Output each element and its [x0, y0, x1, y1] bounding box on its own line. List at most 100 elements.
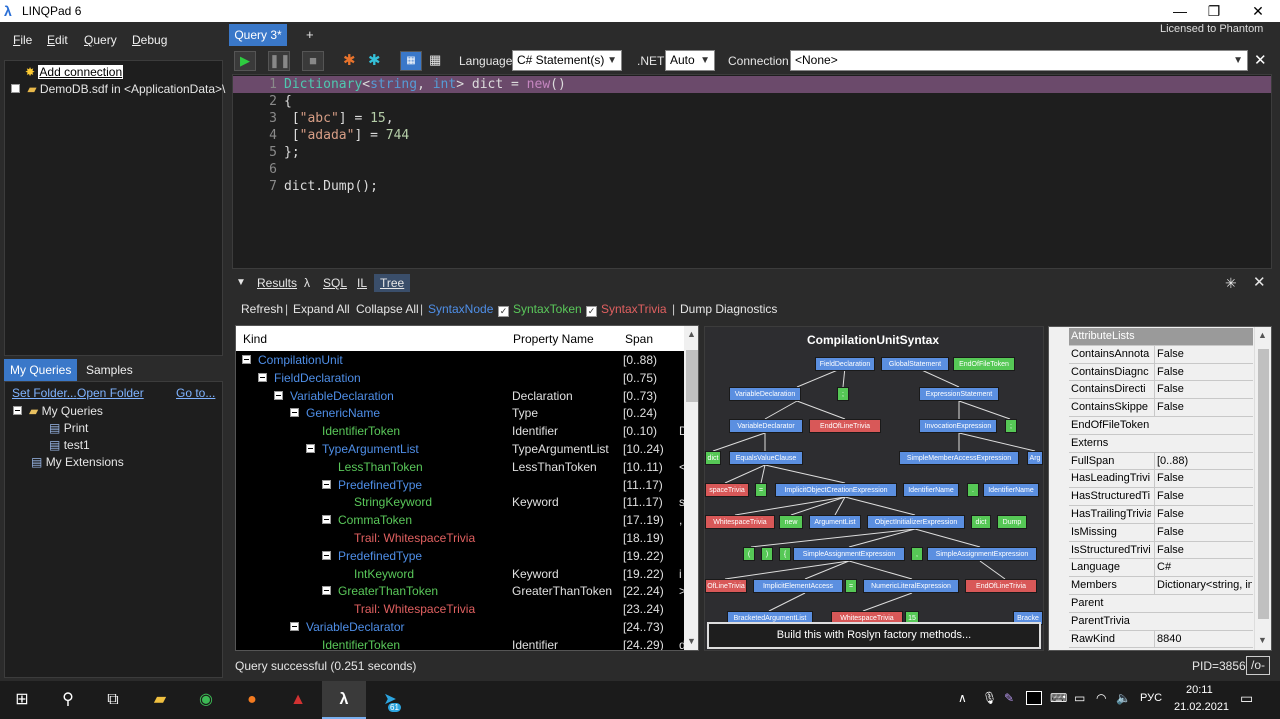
graph-node[interactable]: Dump: [997, 515, 1027, 529]
graph-node[interactable]: NumericLiteralExpression: [863, 579, 959, 593]
property-row[interactable]: ContainsDiagnc False: [1069, 363, 1253, 382]
graph-node[interactable]: EndOfLineTrivia: [809, 419, 881, 433]
properties-scrollbar[interactable]: ▲ ▼: [1254, 327, 1271, 650]
property-row[interactable]: FullSpan [0..88): [1069, 452, 1253, 471]
property-row[interactable]: HasTrailingTrivia False: [1069, 506, 1253, 524]
property-row[interactable]: Parent: [1069, 595, 1253, 613]
grid-scrollbar[interactable]: ▲ ▼: [684, 326, 698, 650]
graph-node[interactable]: GlobalStatement: [881, 357, 949, 371]
scroll-thumb[interactable]: [1258, 349, 1269, 619]
table-row[interactable]: LessThanToken LessThanToken [10..11) <: [236, 459, 686, 477]
property-row[interactable]: Externs: [1069, 435, 1253, 453]
header-kind[interactable]: Kind: [243, 332, 267, 346]
graph-node[interactable]: ImplicitObjectCreationExpression: [775, 483, 897, 497]
restore-button[interactable]: ❐: [1194, 1, 1234, 21]
optimize-toggle[interactable]: /o-: [1246, 656, 1271, 675]
tab-samples[interactable]: Samples: [80, 359, 139, 381]
collapse-results-icon[interactable]: ▼: [236, 274, 246, 292]
property-row[interactable]: IsStructuredTrivi False: [1069, 541, 1253, 560]
pen-icon[interactable]: ✎: [1004, 691, 1014, 705]
collapse-all-button[interactable]: Collapse All: [356, 302, 419, 316]
table-row[interactable]: FieldDeclaration [0..75): [236, 370, 684, 388]
browser-icon[interactable]: ●: [240, 688, 264, 712]
graph-node[interactable]: OfLineTrivia: [705, 579, 747, 593]
tab-lambda[interactable]: λ: [304, 274, 310, 292]
display-icon[interactable]: [1026, 691, 1042, 705]
open-folder-link[interactable]: Open Folder: [77, 386, 144, 400]
add-connection-row[interactable]: ✸ Add connection: [25, 64, 124, 81]
property-row[interactable]: ParentTrivia: [1069, 613, 1253, 631]
property-row[interactable]: HasStructuredTi False: [1069, 488, 1253, 506]
clock-date[interactable]: 21.02.2021: [1174, 701, 1229, 713]
build-roslyn-button[interactable]: Build this with Roslyn factory methods..…: [707, 622, 1041, 649]
collapse-icon[interactable]: [322, 586, 331, 596]
app-a-icon[interactable]: ▲: [286, 688, 310, 712]
syntax-node-filter[interactable]: SyntaxNode: [428, 302, 493, 316]
collapse-icon[interactable]: [13, 406, 22, 415]
graph-node[interactable]: dict: [971, 515, 991, 529]
graph-node[interactable]: VariableDeclarator: [729, 419, 803, 433]
query-item-print[interactable]: ▤ Print: [49, 420, 88, 437]
syntax-trivia-checkbox[interactable]: ✓ SyntaxTrivia: [586, 302, 667, 317]
table-row[interactable]: StringKeyword Keyword [11..17) s: [236, 494, 685, 512]
property-row[interactable]: EndOfFileToken: [1069, 417, 1253, 435]
start-windows-icon[interactable]: ⊞: [10, 688, 34, 712]
results-rich-view-button[interactable]: ▦: [429, 52, 441, 68]
property-row[interactable]: ContainsAnnota False: [1069, 345, 1253, 364]
bug-orange-icon[interactable]: ✱: [343, 51, 356, 69]
query-item-test1[interactable]: ▤ test1: [49, 437, 90, 454]
clock-time[interactable]: 20:11: [1186, 684, 1213, 696]
chrome-icon[interactable]: ◉: [194, 688, 218, 712]
linqpad-taskbar-icon[interactable]: λ: [332, 688, 356, 712]
table-row[interactable]: PredefinedType [19..22): [236, 548, 684, 566]
table-row[interactable]: PredefinedType [11..17): [236, 477, 684, 495]
graph-node[interactable]: =: [845, 579, 857, 593]
tab-tree[interactable]: Tree: [374, 274, 411, 292]
graph-node[interactable]: (: [743, 547, 755, 561]
close-query-icon[interactable]: ✕: [1254, 51, 1267, 69]
bug-cyan-icon[interactable]: ✱: [368, 51, 381, 69]
expand-icon[interactable]: [11, 84, 20, 93]
tab-my-queries[interactable]: My Queries: [4, 359, 78, 381]
collapse-icon[interactable]: [290, 622, 299, 631]
property-row[interactable]: Language C#: [1069, 559, 1253, 578]
keyboard-icon[interactable]: ⌨: [1050, 691, 1067, 705]
pause-button[interactable]: ❚❚: [268, 51, 291, 71]
collapse-icon[interactable]: [274, 390, 283, 400]
table-row[interactable]: IntKeyword Keyword [19..22) i: [236, 566, 684, 584]
graph-node[interactable]: WhitespaceTrivia: [705, 515, 775, 529]
collapse-icon[interactable]: [322, 479, 331, 489]
table-row[interactable]: IdentifierToken Identifier [24..29) d: [236, 637, 686, 650]
graph-node[interactable]: =: [755, 483, 767, 497]
graph-node[interactable]: new: [779, 515, 803, 529]
graph-node[interactable]: Arg: [1027, 451, 1043, 465]
tab-query3[interactable]: Query 3*: [229, 24, 287, 46]
collapse-icon[interactable]: [258, 372, 267, 382]
collapse-icon[interactable]: [306, 444, 315, 453]
graph-node[interactable]: SimpleMemberAccessExpression: [899, 451, 1019, 465]
menu-file[interactable]: File: [13, 33, 32, 47]
my-extensions-item[interactable]: ▤ My Extensions: [31, 454, 124, 471]
menu-edit[interactable]: Edit: [47, 33, 68, 47]
collapse-icon[interactable]: [322, 515, 331, 525]
table-row[interactable]: CommaToken [17..19),: [236, 512, 684, 530]
property-row[interactable]: AttributeLists: [1069, 328, 1253, 346]
table-row[interactable]: VariableDeclarator [24..73): [236, 619, 684, 637]
property-row[interactable]: IsMissing False: [1069, 523, 1253, 542]
graph-node[interactable]: EndOfLineTrivia: [965, 579, 1037, 593]
wifi-icon[interactable]: ◠: [1096, 691, 1106, 705]
graph-node[interactable]: ObjectInitializerExpression: [867, 515, 965, 529]
notifications-icon[interactable]: ▭: [1240, 690, 1253, 707]
goto-link[interactable]: Go to...: [176, 386, 215, 400]
graph-node[interactable]: dict: [705, 451, 721, 465]
graph-node[interactable]: EndOfFileToken: [953, 357, 1015, 371]
table-row[interactable]: VariableDeclaration Declaration [0..73): [236, 388, 684, 406]
close-window-button[interactable]: ✕: [1238, 1, 1278, 21]
tray-chevron-up-icon[interactable]: ∧: [958, 691, 967, 705]
net-select[interactable]: Auto ▼: [665, 50, 715, 71]
graph-node[interactable]: ;: [837, 387, 849, 401]
connection-select[interactable]: <None> ▼: [790, 50, 1248, 71]
microphone-icon[interactable]: 🎙: [982, 691, 997, 705]
connection-demodb[interactable]: ▰ DemoDB.sdf in <ApplicationData>\: [11, 81, 225, 98]
property-row[interactable]: ContainsSkippe False: [1069, 399, 1253, 417]
